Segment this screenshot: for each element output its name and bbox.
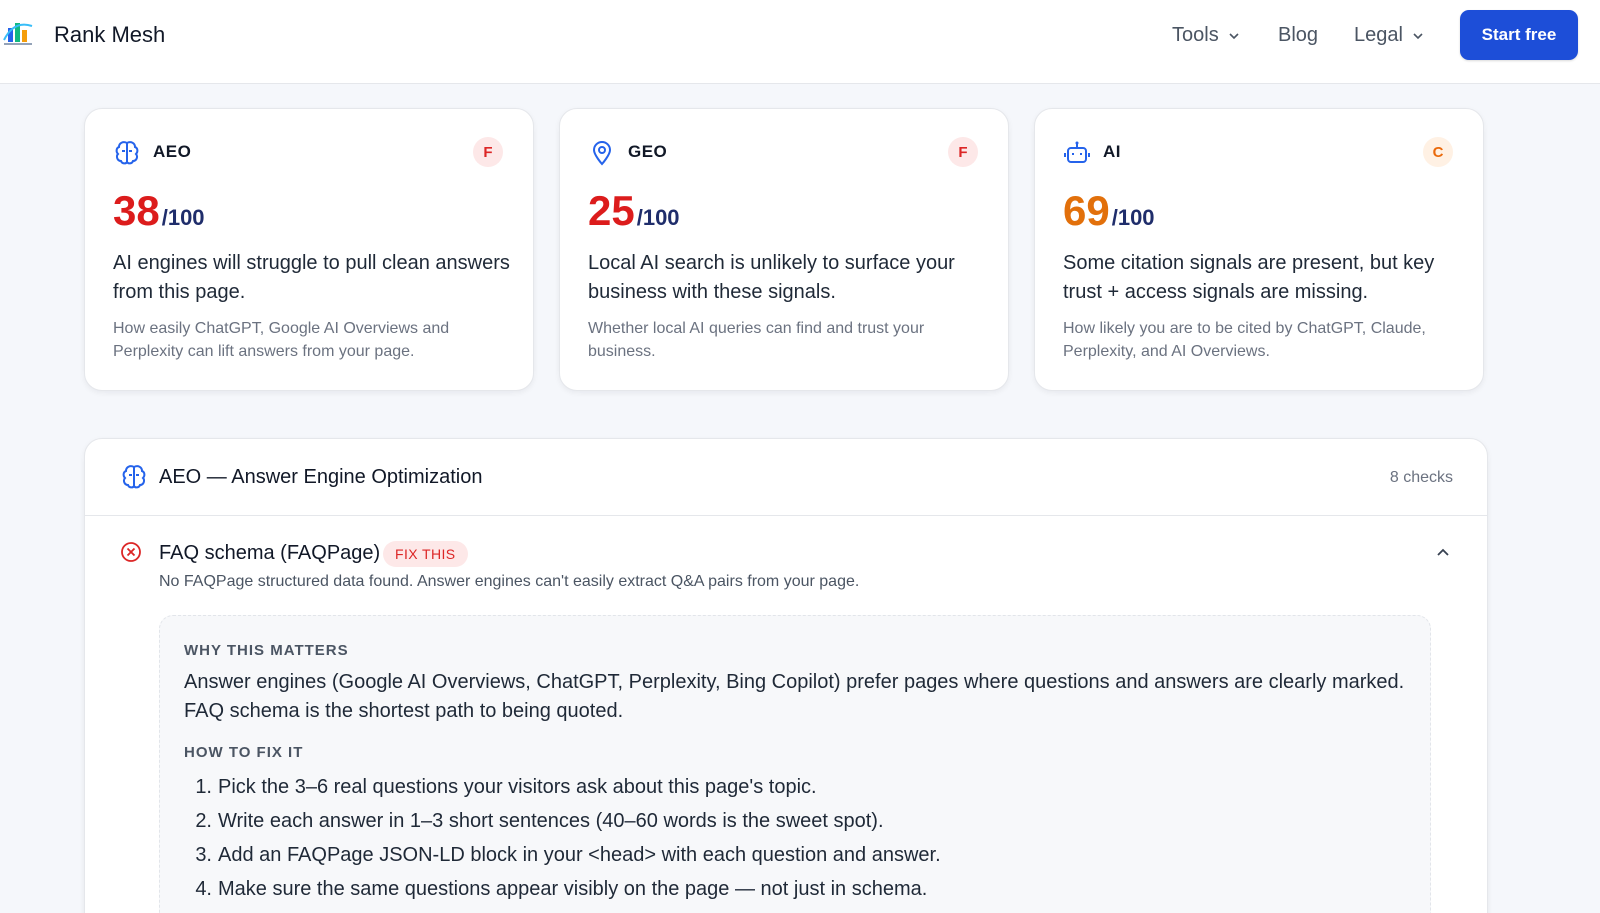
start-free-button[interactable]: Start free — [1460, 10, 1578, 60]
nav-blog-link[interactable]: Blog — [1278, 24, 1318, 47]
list-item: 4. Make sure the same questions appear vi… — [195, 878, 928, 900]
fix-steps-list: 1. Pick the 3–6 real questions your visit… — [184, 770, 1414, 906]
chevron-down-icon — [1413, 32, 1423, 39]
card-label: AEO — [153, 142, 192, 161]
card-label: AI — [1103, 142, 1121, 161]
geo-score-card: GEO F 25/100 Local AI search is unlikely… — [559, 108, 1009, 391]
score-number: 38 — [113, 187, 160, 234]
score-value: 38/100 — [113, 187, 205, 235]
list-item: 3. Add an FAQPage JSON-LD block in your <… — [195, 844, 941, 866]
aeo-score-card: AEO F 38/100 AI engines will struggle to… — [84, 108, 534, 391]
checks-count: 8 checks — [1389, 469, 1453, 486]
why-heading: WHY THIS MATTERS — [184, 642, 349, 659]
section-title: AEO — Answer Engine Optimization — [159, 466, 483, 488]
score-value: 69/100 — [1063, 187, 1155, 235]
fix-this-badge: FIX THIS — [383, 541, 468, 567]
fail-circle-x-icon — [121, 542, 141, 562]
grade-badge: F — [948, 137, 978, 167]
ai-score-card: AI C 69/100 Some citation signals are pr… — [1034, 108, 1484, 391]
map-pin-icon — [592, 140, 612, 166]
card-description: Local AI search is unlikely to surface y… — [588, 252, 955, 303]
chevron-down-icon — [1229, 32, 1239, 39]
score-value: 25/100 — [588, 187, 680, 235]
nav-tools-menu[interactable]: Tools — [1172, 24, 1241, 47]
rank-mesh-logo-icon[interactable] — [2, 18, 34, 48]
nav-blog-label: Blog — [1278, 24, 1319, 46]
nav-legal-menu[interactable]: Legal — [1354, 24, 1425, 47]
check-title: FAQ schema (FAQPage) — [159, 542, 381, 564]
card-subtext: How likely you are to be cited by ChatGP… — [1063, 320, 1426, 360]
brand-name[interactable]: Rank Mesh — [54, 22, 165, 48]
check-message: No FAQPage structured data found. Answer… — [159, 573, 860, 590]
list-item: 1. Pick the 3–6 real questions your visit… — [195, 776, 817, 798]
score-denominator: /100 — [636, 205, 680, 230]
why-text: Answer engines (Google AI Overviews, Cha… — [184, 671, 1405, 722]
section-header: AEO — Answer Engine Optimization 8 check… — [85, 439, 1487, 516]
aeo-checks-section: AEO — Answer Engine Optimization 8 check… — [84, 438, 1488, 913]
chevron-up-icon[interactable] — [1435, 545, 1451, 561]
card-subtext: How easily ChatGPT, Google AI Overviews … — [113, 320, 450, 360]
card-description: Some citation signals are present, but k… — [1063, 252, 1435, 303]
score-number: 25 — [588, 187, 635, 234]
card-subtext: Whether local AI queries can find and tr… — [588, 320, 925, 360]
grade-badge: C — [1423, 137, 1453, 167]
score-number: 69 — [1063, 187, 1110, 234]
grade-badge: F — [473, 137, 503, 167]
score-denominator: /100 — [161, 205, 205, 230]
brain-icon — [122, 465, 146, 489]
list-item: 2. Write each answer in 1–3 short sentenc… — [195, 810, 884, 832]
fix-heading: HOW TO FIX IT — [184, 744, 304, 761]
nav-tools-label: Tools — [1172, 24, 1219, 46]
brain-icon — [115, 141, 139, 165]
check-detail-panel: WHY THIS MATTERS Answer engines (Google … — [159, 615, 1431, 913]
top-nav: Rank Mesh Tools Blog Legal Start free — [0, 0, 1600, 84]
robot-icon — [1064, 141, 1090, 163]
card-description: AI engines will struggle to pull clean a… — [113, 252, 510, 303]
score-denominator: /100 — [1111, 205, 1155, 230]
nav-legal-label: Legal — [1354, 24, 1403, 46]
card-label: GEO — [628, 142, 668, 161]
